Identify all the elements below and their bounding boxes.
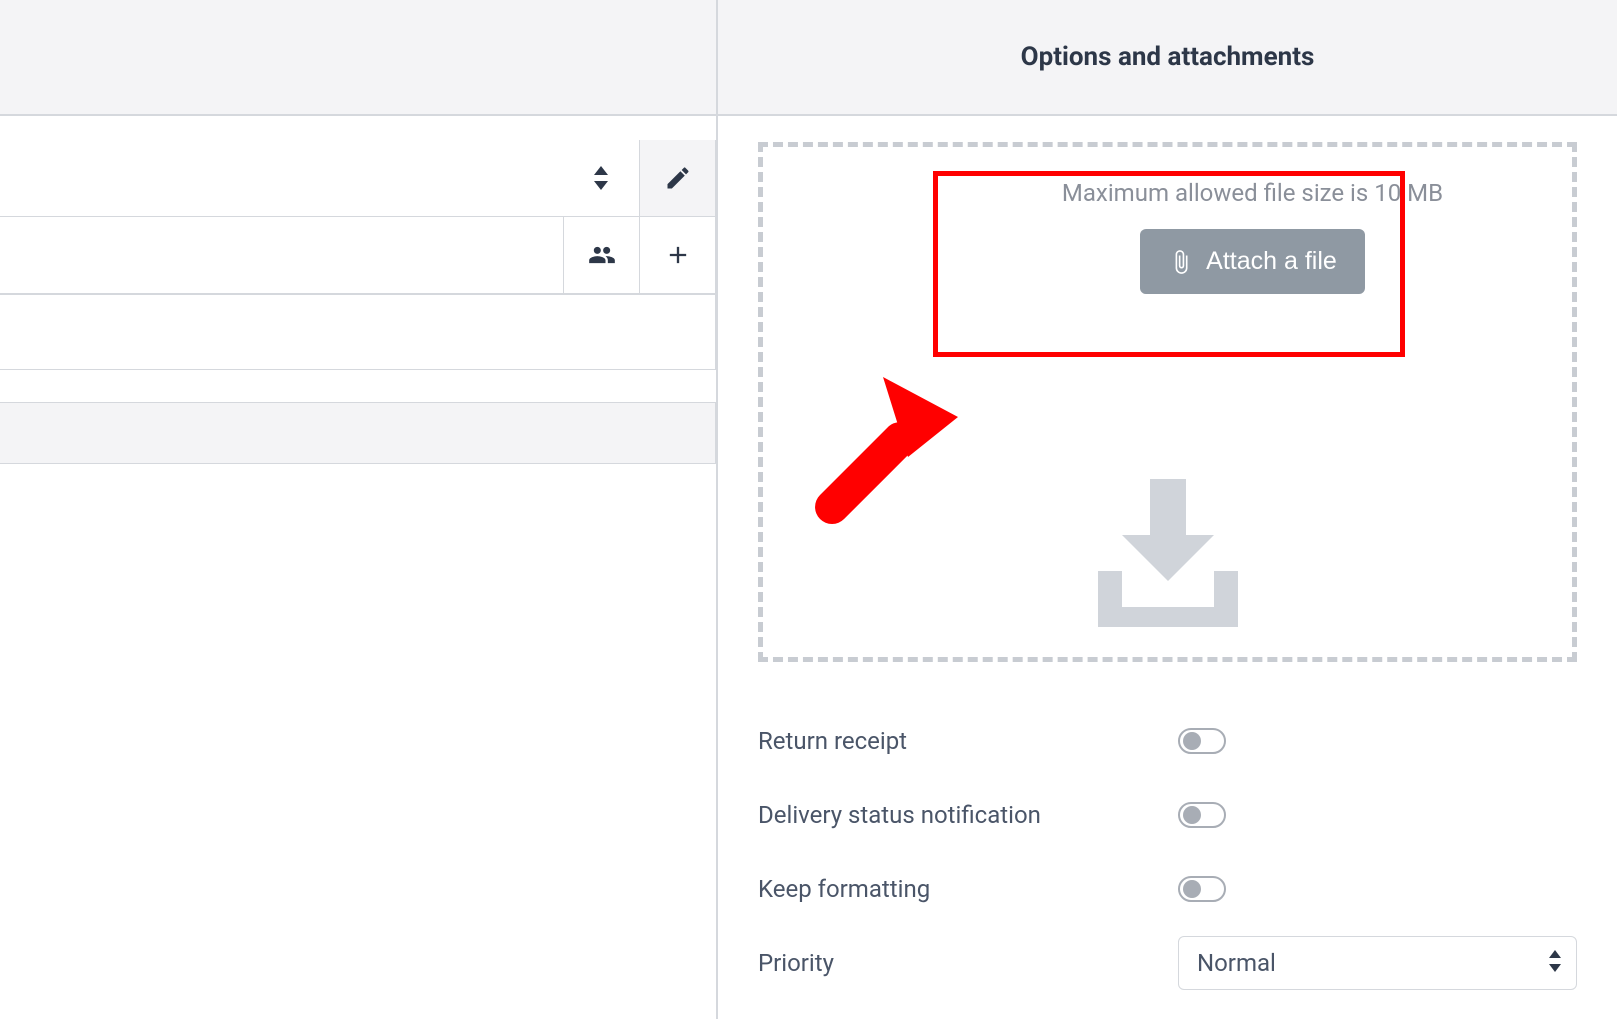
left-header-bar <box>0 0 716 116</box>
from-sort-toggle[interactable] <box>563 140 639 216</box>
people-icon <box>588 241 616 269</box>
return-receipt-label: Return receipt <box>758 727 1178 755</box>
delivery-status-row: Delivery status notification <box>758 778 1577 852</box>
from-input[interactable] <box>0 140 563 216</box>
panel-title: Options and attachments <box>1021 42 1315 72</box>
paperclip-icon <box>1168 249 1194 275</box>
delivery-status-toggle[interactable] <box>1178 802 1226 828</box>
chevron-sort-icon <box>1547 950 1563 976</box>
keep-formatting-toggle[interactable] <box>1178 876 1226 902</box>
editor-toolbar[interactable] <box>0 402 716 464</box>
edit-identities-button[interactable] <box>639 140 715 216</box>
to-field-row <box>0 217 716 294</box>
from-field-row <box>0 140 716 217</box>
right-header-bar: Options and attachments <box>718 0 1617 116</box>
attach-file-button[interactable]: Attach a file <box>1140 229 1365 294</box>
plus-icon <box>664 241 692 269</box>
max-filesize-text: Maximum allowed file size is 10 MB <box>1062 179 1443 207</box>
pencil-icon <box>664 164 692 192</box>
return-receipt-row: Return receipt <box>758 704 1577 778</box>
priority-row: Priority Normal <box>758 926 1577 1000</box>
attachment-dropzone[interactable]: Maximum allowed file size is 10 MB Attac… <box>758 142 1577 662</box>
annotation-arrow <box>788 357 958 547</box>
delivery-status-label: Delivery status notification <box>758 801 1178 829</box>
return-receipt-toggle[interactable] <box>1178 728 1226 754</box>
priority-select[interactable]: Normal <box>1178 936 1577 990</box>
keep-formatting-row: Keep formatting <box>758 852 1577 926</box>
priority-value: Normal <box>1197 949 1276 977</box>
keep-formatting-label: Keep formatting <box>758 875 1178 903</box>
add-recipient-button[interactable] <box>639 217 715 293</box>
options-list: Return receipt Delivery status notificat… <box>758 704 1577 1000</box>
attach-file-label: Attach a file <box>1206 247 1337 276</box>
options-attachments-panel: Options and attachments Maximum allowed … <box>718 0 1617 1019</box>
priority-label: Priority <box>758 949 1178 977</box>
add-contact-button[interactable] <box>563 217 639 293</box>
subject-input[interactable] <box>0 294 716 370</box>
drop-here-icon <box>1078 471 1258 635</box>
compose-left-panel <box>0 0 718 1019</box>
to-input[interactable] <box>0 217 563 293</box>
